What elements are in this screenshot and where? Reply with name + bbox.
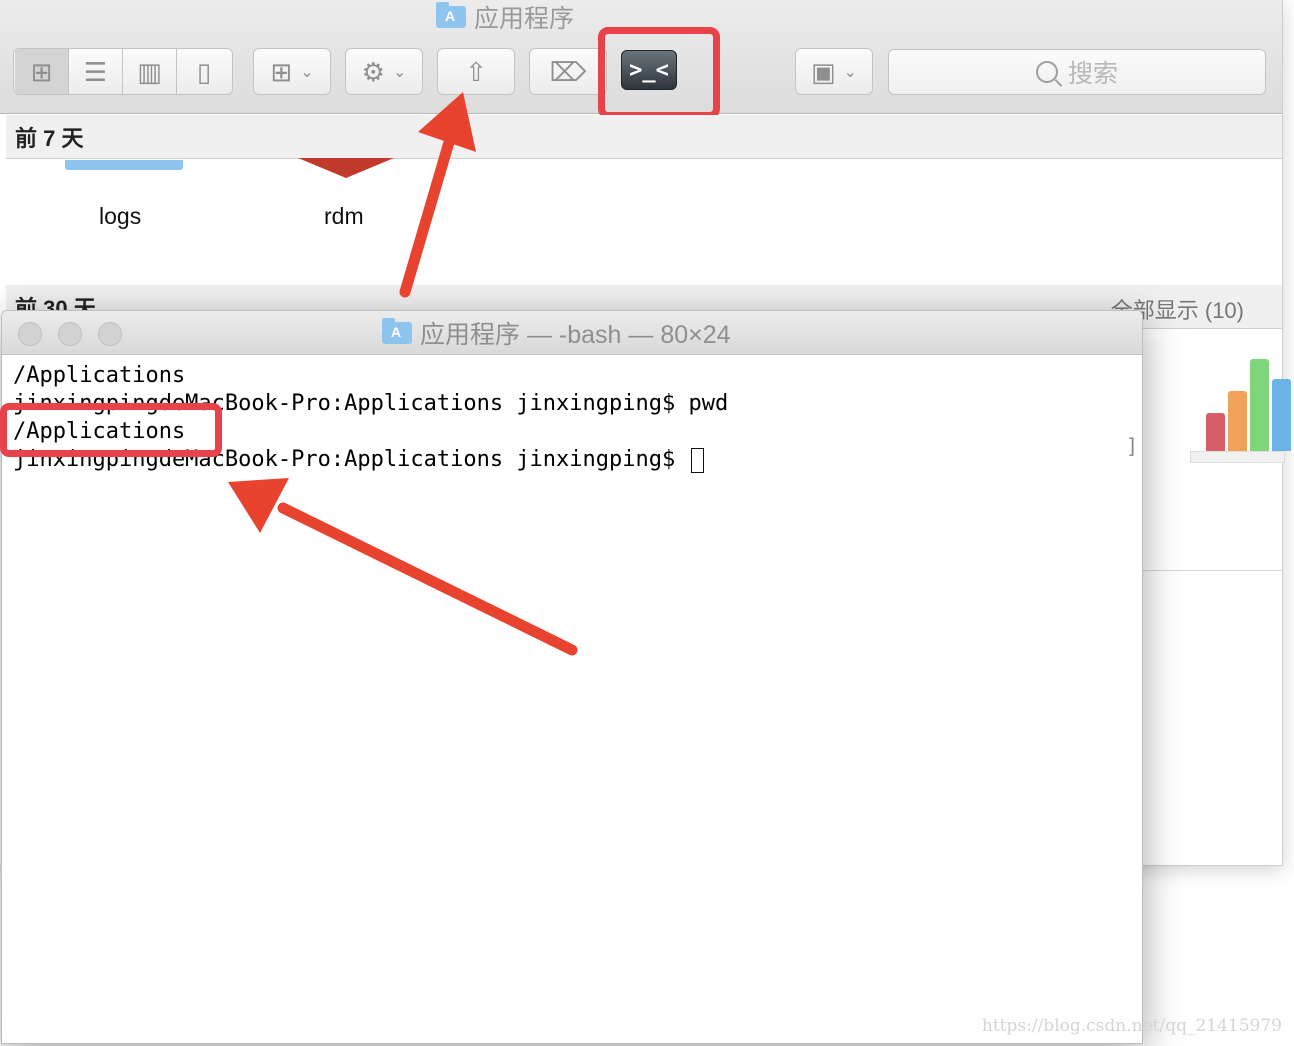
watermark: https://blog.csdn.net/qq_21415979 xyxy=(981,1016,1282,1036)
annotation-arrows xyxy=(228,92,578,656)
arrow-up-to-terminal-button xyxy=(399,92,476,298)
arrow-to-pwd-output xyxy=(228,478,578,656)
